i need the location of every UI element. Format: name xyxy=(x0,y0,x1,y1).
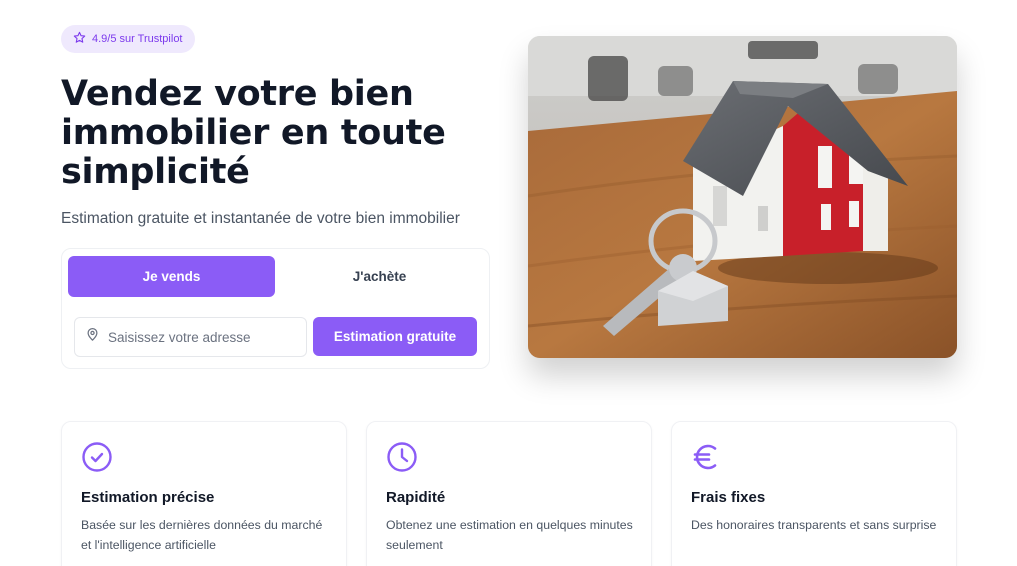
feature-title: Rapidité xyxy=(386,489,446,506)
estimation-button[interactable]: Estimation gratuite xyxy=(313,317,477,356)
tab-sell[interactable]: Je vends xyxy=(68,256,275,297)
map-pin-icon xyxy=(85,327,100,347)
clock-icon xyxy=(386,441,418,473)
rating-text: 4.9/5 sur Trustpilot xyxy=(92,33,183,45)
page-title: Vendez votre bien immobilier en toute si… xyxy=(61,74,446,192)
estimation-form: Je vends J'achète Estimation gratuite xyxy=(61,248,490,369)
feature-description: Obtenez une estimation en quelques minut… xyxy=(386,518,633,552)
feature-card-precision: Estimation précise Basée sur les dernièr… xyxy=(61,421,347,566)
feature-card-speed: Rapidité Obtenez une estimation en quelq… xyxy=(366,421,652,566)
feature-description: Des honoraires transparents et sans surp… xyxy=(691,518,937,532)
feature-card-fees: Frais fixes Des honoraires transparents … xyxy=(671,421,957,566)
feature-description: Basée sur les dernières données du march… xyxy=(81,518,323,552)
feature-title: Estimation précise xyxy=(81,489,215,506)
address-field[interactable] xyxy=(74,317,307,357)
tab-buy[interactable]: J'achète xyxy=(276,256,483,297)
page-subtitle: Estimation gratuite et instantanée de vo… xyxy=(61,210,460,227)
landing-page: 4.9/5 sur Trustpilot Vendez votre bien i… xyxy=(0,0,1017,566)
check-circle-icon xyxy=(81,441,113,473)
star-icon xyxy=(73,31,86,47)
rating-badge: 4.9/5 sur Trustpilot xyxy=(61,25,195,53)
feature-title: Frais fixes xyxy=(691,489,766,506)
euro-icon xyxy=(691,441,723,473)
house-keys-photo xyxy=(528,36,957,358)
address-input[interactable] xyxy=(108,329,298,345)
